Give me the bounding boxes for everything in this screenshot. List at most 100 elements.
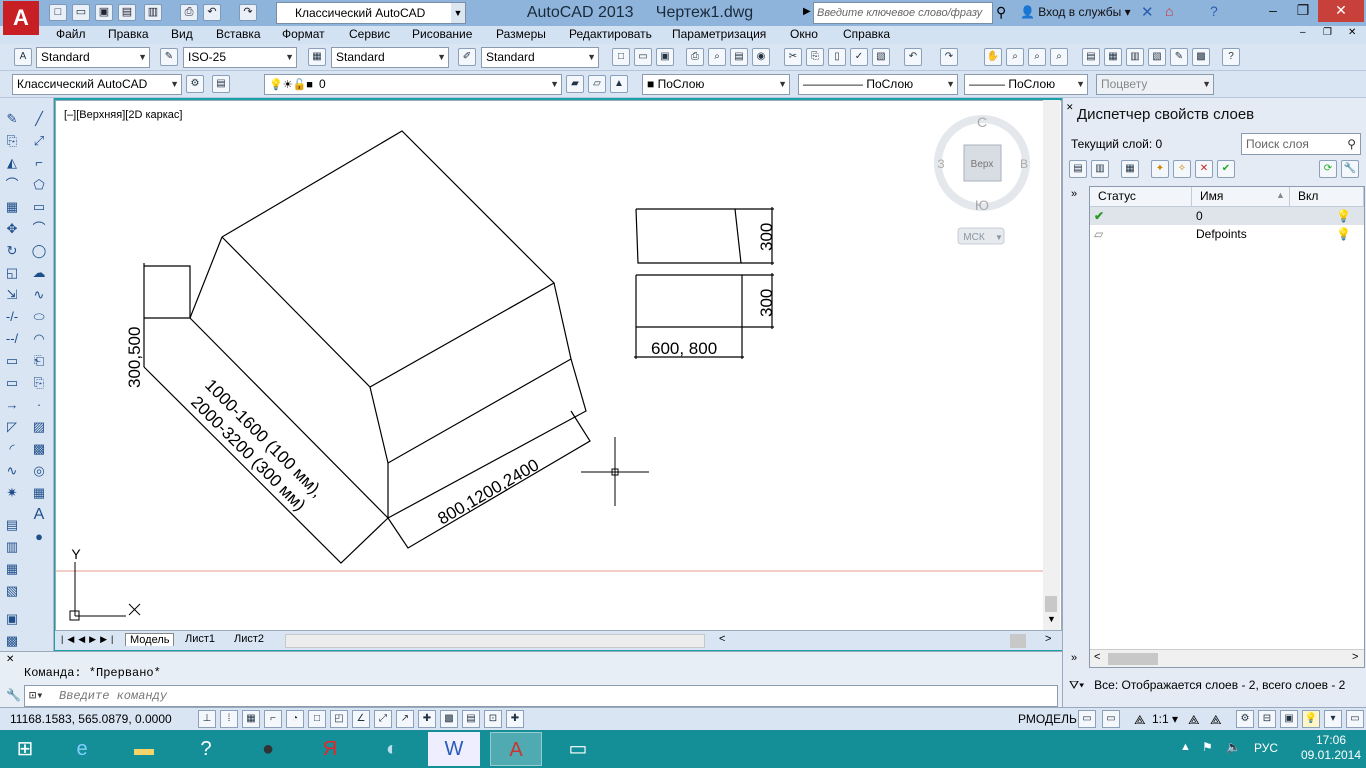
settings-wrench-icon[interactable]: 🔧 [1341, 160, 1359, 178]
panel-grip-icon[interactable]: ✕ [1066, 102, 1074, 113]
polar-tracking-icon[interactable]: ◔ [286, 710, 304, 728]
workspace-select[interactable]: Классический AutoCAD ▼ [276, 2, 466, 24]
copy-icon[interactable]: ⎘ [806, 48, 824, 66]
redo-icon[interactable]: ↷ [940, 48, 958, 66]
3d-object-snap-icon[interactable]: ◰ [330, 710, 348, 728]
viewcube-north[interactable]: С [977, 114, 987, 130]
pan-icon[interactable]: ✋ [984, 48, 1002, 66]
object-snap-icon[interactable]: □ [308, 710, 326, 728]
quick-properties-icon[interactable]: ▤ [462, 710, 480, 728]
column-on[interactable]: Вкл [1290, 187, 1364, 207]
plot-icon[interactable]: ⎙ [686, 48, 704, 66]
mleader-style-select[interactable]: Standard ▼ [481, 47, 599, 68]
properties-icon[interactable]: ▤ [1082, 48, 1100, 66]
ucs-menu-label[interactable]: МСК [963, 232, 985, 243]
layer-row[interactable]: ▱ Defpoints 💡 [1090, 225, 1364, 243]
exchange-icon[interactable]: ✕ [1141, 3, 1154, 21]
layer-properties-icon[interactable]: ▤ [212, 75, 230, 93]
viewcube[interactable]: Верх С Ю З В МСК ▼ [934, 114, 1030, 245]
yandex-browser-icon[interactable]: Я [304, 732, 356, 766]
color-select[interactable]: ■ ПоСлою ▼ [642, 74, 790, 95]
volume-icon[interactable]: 🔈 [1226, 740, 1241, 754]
linetype-select[interactable]: ————— ПоСлою ▼ [798, 74, 958, 95]
revision-cloud-icon[interactable]: ☁ [30, 264, 48, 282]
undo-icon[interactable]: ↶ [904, 48, 922, 66]
erase-icon[interactable]: ✎ [3, 110, 21, 128]
auto-scale-icon[interactable]: ⟁ [1210, 712, 1222, 728]
stretch-icon[interactable]: ⇲ [3, 286, 21, 304]
hatch-icon[interactable]: ▨ [30, 418, 48, 436]
menu-tools[interactable]: Сервис [349, 27, 390, 41]
calculator-icon[interactable]: ▩ [1192, 48, 1210, 66]
polyline-icon[interactable]: ⌐ [30, 154, 48, 172]
save-icon[interactable]: ▣ [95, 4, 113, 21]
viewcube-east[interactable]: В [1020, 157, 1028, 171]
scroll-thumb[interactable] [1045, 596, 1057, 612]
tab-nav-arrows-icon[interactable]: |◀◀▶▶| [61, 634, 117, 645]
status-menu-icon[interactable]: ▾ [1324, 710, 1342, 728]
open-icon[interactable]: ▭ [634, 48, 652, 66]
layer-previous-icon[interactable]: ▱ [588, 75, 606, 93]
drawing-area[interactable]: [–][Верхняя][2D каркас] Верх С Ю З В МСК… [55, 100, 1062, 632]
lineweight-icon[interactable]: ✚ [418, 710, 436, 728]
ortho-mode-icon[interactable]: ⌐ [264, 710, 282, 728]
column-status[interactable]: Статус [1090, 187, 1192, 207]
blend-curves-icon[interactable]: ∿ [3, 462, 21, 480]
table-style-icon[interactable]: ▦ [308, 48, 326, 66]
expand-arrow-icon[interactable]: ▶ [803, 6, 811, 17]
scale-icon[interactable]: ◱ [3, 264, 21, 282]
layer-search-input[interactable]: Поиск слоя ⚲ [1241, 133, 1361, 155]
cut-icon[interactable]: ✂ [784, 48, 802, 66]
layer-states-icon[interactable]: ▲ [610, 75, 628, 93]
model-space-toggle[interactable]: РМОДЕЛЬ [1018, 712, 1077, 726]
publish-icon[interactable]: ▤ [730, 48, 748, 66]
scale-list-icon[interactable]: ▣ [3, 610, 21, 628]
binoculars-icon[interactable]: ⚲ [996, 4, 1006, 21]
doc-close-icon[interactable]: ✕ [1348, 27, 1356, 38]
new-property-filter-icon[interactable]: ▤ [1069, 160, 1087, 178]
new-layer-vp-frozen-icon[interactable]: ✧ [1173, 160, 1191, 178]
table-style-select[interactable]: Standard ▼ [331, 47, 449, 68]
workspace-select-2[interactable]: Классический AutoCAD ▼ [12, 74, 182, 95]
quick-view-drawings-icon[interactable]: ▭ [1102, 710, 1120, 728]
layer-table-hscroll[interactable]: < > [1090, 649, 1364, 667]
layer-name[interactable]: 0 [1196, 207, 1203, 225]
windows-start-icon[interactable]: ⊞ [0, 732, 50, 766]
tab-model[interactable]: Модель [125, 633, 175, 646]
infer-constraints-icon[interactable]: ⊥ [198, 710, 216, 728]
word-app-icon[interactable]: W [428, 732, 480, 766]
clean-screen-icon[interactable]: ▭ [1346, 710, 1364, 728]
dim-style-select[interactable]: ISO-25 ▼ [183, 47, 297, 68]
mirror-icon[interactable]: ◭ [3, 154, 21, 172]
make-current-layer-icon[interactable]: ▰ [566, 75, 584, 93]
menu-dimension[interactable]: Размеры [496, 27, 546, 41]
gradient-icon[interactable]: ▩ [30, 440, 48, 458]
lightbulb-on-icon[interactable]: 💡 [1336, 225, 1351, 243]
add-selected-icon[interactable]: ● [30, 528, 48, 546]
new-file-icon[interactable]: □ [49, 4, 67, 21]
annotation-visibility-icon[interactable]: ⟁ [1188, 712, 1200, 728]
new-icon[interactable]: □ [612, 48, 630, 66]
insert-block-icon[interactable]: ⎗ [30, 352, 48, 370]
dim-300-bottom[interactable]: 300 [757, 289, 776, 317]
delete-layer-icon[interactable]: ✕ [1195, 160, 1213, 178]
doc-restore-icon[interactable]: ❐ [1323, 27, 1332, 38]
draw-order-icon[interactable]: ▤ [3, 516, 21, 534]
match-properties-icon[interactable]: ✓ [850, 48, 868, 66]
multiline-text-icon[interactable]: A [30, 506, 48, 524]
polygon-icon[interactable]: ⬠ [30, 176, 48, 194]
scroll-right-icon[interactable]: > [1045, 633, 1051, 645]
new-layer-icon[interactable]: ✦ [1151, 160, 1169, 178]
close-icon[interactable]: ✕ [6, 654, 14, 665]
isometric-duct-drawing[interactable] [56, 130, 1046, 572]
object-snap-tracking-icon[interactable]: ∠ [352, 710, 370, 728]
menu-edit[interactable]: Правка [108, 27, 149, 41]
region-icon[interactable]: ◎ [30, 462, 48, 480]
layer-select[interactable]: 💡☀🔓■ 0 ▼ [264, 74, 562, 95]
autocad-app-icon[interactable]: A [490, 732, 542, 766]
save-as-icon[interactable]: ▤ [118, 4, 136, 21]
language-indicator[interactable]: РУС [1254, 741, 1278, 755]
help-icon[interactable]: ? [1222, 48, 1240, 66]
break-icon[interactable]: ▭ [3, 374, 21, 392]
open-file-icon[interactable]: ▭ [72, 4, 90, 21]
